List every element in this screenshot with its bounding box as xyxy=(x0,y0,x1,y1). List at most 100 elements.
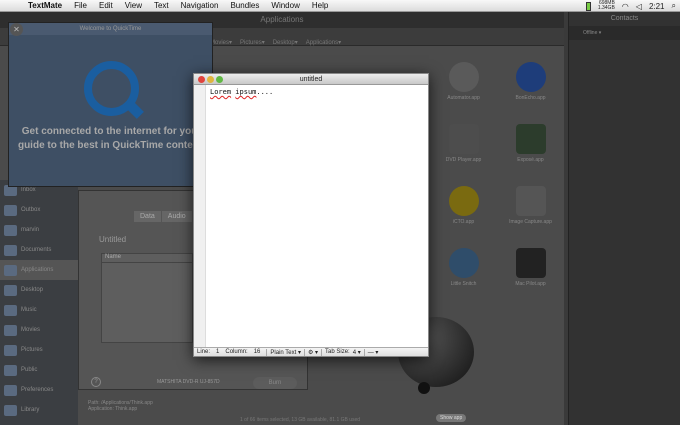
language-popup[interactable]: Plain Text ▾ xyxy=(270,349,301,356)
app-bonecho[interactable]: BonEcho.app xyxy=(497,62,564,101)
sidebar-item-preferences[interactable]: Preferences xyxy=(0,380,78,400)
column-value[interactable]: 16 xyxy=(251,349,264,355)
path-movies[interactable]: Movies▾ xyxy=(210,39,232,46)
icto-icon xyxy=(449,186,479,216)
symbol-popup[interactable]: — ▾ xyxy=(368,349,379,356)
divider xyxy=(266,349,267,356)
list-header-name[interactable]: Name xyxy=(102,254,192,263)
finder-sidebar: Inbox Outbox marvin Documents Applicatio… xyxy=(0,180,78,425)
app-dvd-player[interactable]: DVD Player.app xyxy=(430,124,497,163)
sidebar-item-desktop[interactable]: Desktop xyxy=(0,280,78,300)
path-pictures[interactable]: Pictures▾ xyxy=(240,39,265,46)
editor-word-2: ipsum xyxy=(235,88,256,96)
finder-path-bar: Movies▾ Pictures▾ Desktop▾ Applications▾ xyxy=(210,39,341,46)
app-image-capture[interactable]: Image Capture.app xyxy=(497,186,564,225)
menu-window[interactable]: Window xyxy=(265,1,305,10)
sidebar-label: Movies xyxy=(21,327,40,333)
menu-bar: TextMate File Edit View Text Navigation … xyxy=(0,0,680,12)
movies-icon xyxy=(4,325,17,336)
app-automator[interactable]: Automator.app xyxy=(430,62,497,101)
tab-data[interactable]: Data xyxy=(134,211,161,222)
sidebar-label: Pictures xyxy=(21,347,43,353)
help-button[interactable]: ? xyxy=(91,377,101,387)
line-label: Line: xyxy=(197,349,210,355)
divider xyxy=(364,349,365,356)
menu-bundles[interactable]: Bundles xyxy=(224,1,265,10)
preview-bubble-tail xyxy=(418,382,430,394)
sidebar-item-public[interactable]: Public xyxy=(0,360,78,380)
desktop-icon xyxy=(4,285,17,296)
app-label: Exposé.app xyxy=(517,157,543,163)
menu-file[interactable]: File xyxy=(68,1,93,10)
sidebar-label: Desktop xyxy=(21,287,43,293)
wifi-icon[interactable]: ◠ xyxy=(622,2,629,11)
path-applications[interactable]: Applications▾ xyxy=(306,39,341,46)
gear-icon[interactable]: ⚙ ▾ xyxy=(308,349,318,356)
line-value[interactable]: 1 xyxy=(213,349,222,355)
app-label: Application: xyxy=(88,406,114,412)
memory-meter[interactable]: 698MB 1.34GB xyxy=(598,1,615,11)
app-label: BonEcho.app xyxy=(515,95,545,101)
app-menu[interactable]: TextMate xyxy=(22,1,68,10)
text-editor[interactable]: Lorem ipsum.... xyxy=(210,88,273,96)
folder-icon xyxy=(4,205,17,216)
finder-icon-grid: Automator.app BonEcho.app DVD Player.app… xyxy=(430,62,564,302)
menu-help[interactable]: Help xyxy=(306,1,334,10)
tab-size-label: Tab Size: xyxy=(325,349,350,355)
close-icon[interactable]: ✕ xyxy=(10,23,23,36)
camera-icon xyxy=(516,186,546,216)
bonecho-icon xyxy=(516,62,546,92)
preview-label[interactable]: Show app xyxy=(436,414,466,422)
app-value: Think.app xyxy=(115,406,137,412)
folder-icon xyxy=(4,405,17,416)
clock[interactable]: 2:21 xyxy=(649,2,665,11)
menu-view[interactable]: View xyxy=(119,1,148,10)
path-info: Path: /Applications/Think.app Applicatio… xyxy=(88,400,153,412)
sidebar-item-applications[interactable]: Applications xyxy=(0,260,78,280)
expose-icon xyxy=(516,124,546,154)
sidebar-item-outbox[interactable]: Outbox xyxy=(0,200,78,220)
path-desktop[interactable]: Desktop▾ xyxy=(273,39,298,46)
column-label: Column: xyxy=(225,349,247,355)
mac-pilot-icon xyxy=(516,248,546,278)
sidebar-item-pictures[interactable]: Pictures xyxy=(0,340,78,360)
applications-icon xyxy=(4,265,17,276)
line-gutter[interactable] xyxy=(194,85,206,347)
menu-text[interactable]: Text xyxy=(148,1,175,10)
sidebar-label: Inbox xyxy=(21,187,36,193)
textmate-titlebar[interactable]: untitled xyxy=(194,74,428,85)
editor-word-1: Lorem xyxy=(210,88,231,96)
volume-icon[interactable]: ◁ xyxy=(636,2,642,11)
sidebar-item-documents[interactable]: Documents xyxy=(0,240,78,260)
sidebar-item-library[interactable]: Library xyxy=(0,400,78,420)
menu-navigation[interactable]: Navigation xyxy=(175,1,225,10)
little-snitch-icon xyxy=(449,248,479,278)
textmate-title: untitled xyxy=(194,74,428,85)
burn-file-list[interactable]: Name xyxy=(101,253,193,343)
sidebar-item-home[interactable]: marvin xyxy=(0,220,78,240)
tab-audio[interactable]: Audio xyxy=(162,211,192,222)
burn-button[interactable]: Burn xyxy=(253,377,297,389)
app-little-snitch[interactable]: Little Snitch xyxy=(430,248,497,287)
sidebar-item-music[interactable]: Music xyxy=(0,300,78,320)
sidebar-label: Public xyxy=(21,367,37,373)
contacts-status[interactable]: Offline ▾ xyxy=(569,26,680,40)
app-icto[interactable]: iCTO.app xyxy=(430,186,497,225)
app-label: Image Capture.app xyxy=(509,219,552,225)
battery-icon[interactable] xyxy=(586,2,591,11)
spotlight-icon[interactable]: ⌕ xyxy=(672,1,676,11)
app-expose[interactable]: Exposé.app xyxy=(497,124,564,163)
menu-edit[interactable]: Edit xyxy=(93,1,119,10)
home-icon xyxy=(4,225,17,236)
app-label: Mac Pilot.app xyxy=(515,281,545,287)
divider xyxy=(304,349,305,356)
disc-name[interactable]: Untitled xyxy=(99,235,126,244)
sidebar-item-movies[interactable]: Movies xyxy=(0,320,78,340)
app-label: iCTO.app xyxy=(453,219,474,225)
app-label: Automator.app xyxy=(447,95,480,101)
tab-size-popup[interactable]: 4 ▾ xyxy=(353,349,361,356)
contacts-title: Contacts xyxy=(569,12,680,26)
app-mac-pilot[interactable]: Mac Pilot.app xyxy=(497,248,564,287)
quicktime-title: Welcome to QuickTime xyxy=(9,23,212,35)
automator-icon xyxy=(449,62,479,92)
